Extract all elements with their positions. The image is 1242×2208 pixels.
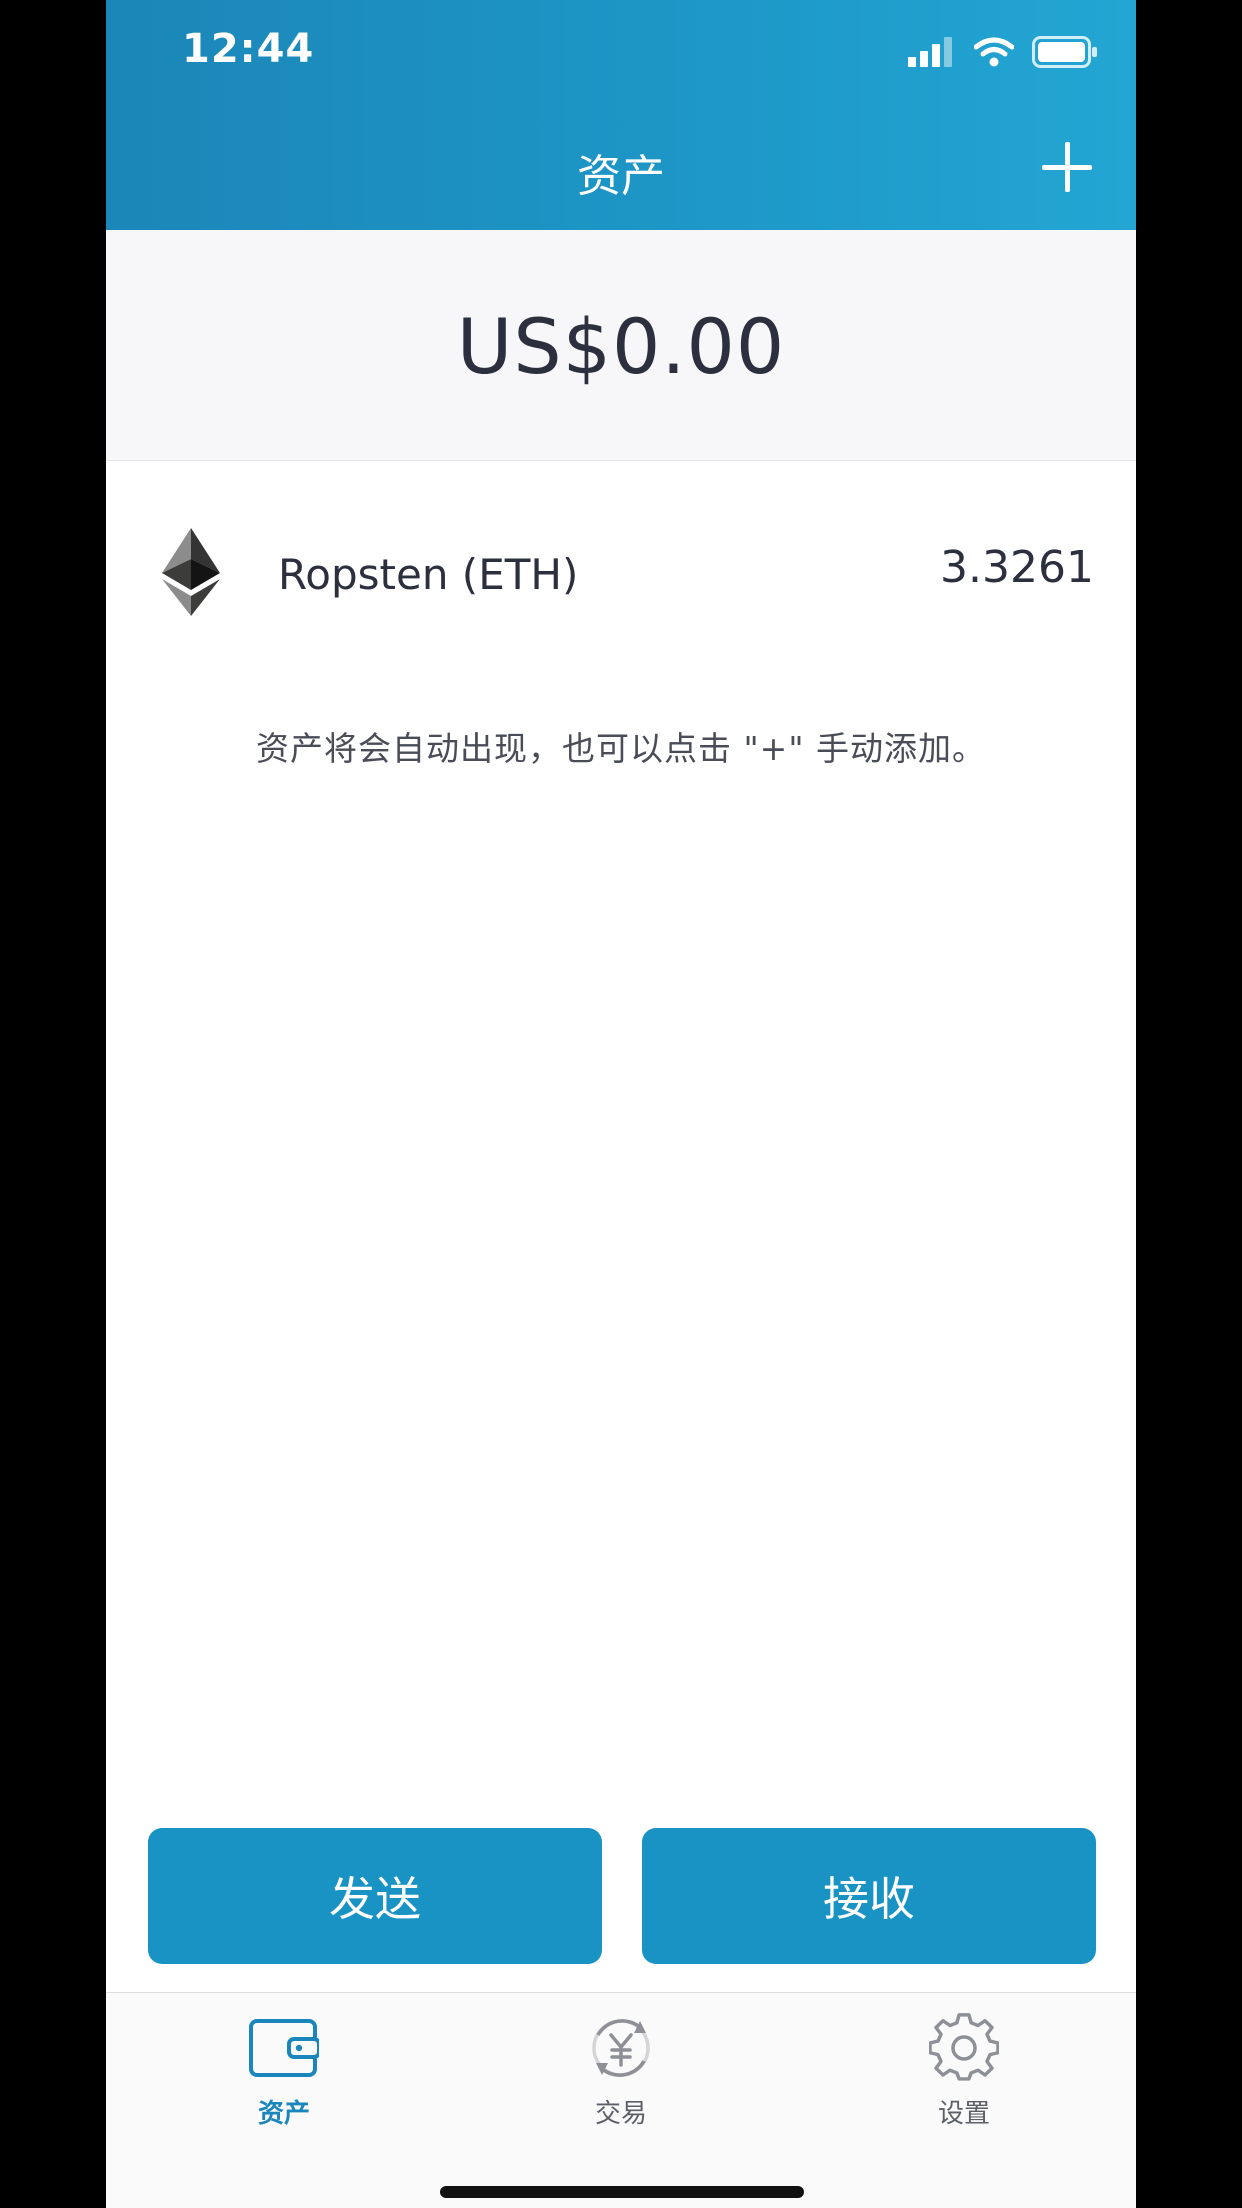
asset-name: Ropsten (ETH) xyxy=(278,550,579,599)
tab-label: 设置 xyxy=(937,2099,990,2129)
cellular-signal-icon xyxy=(908,37,952,67)
status-time: 12:44 xyxy=(182,26,315,72)
asset-amount: 3.3261 xyxy=(940,542,1094,593)
receive-button[interactable]: 接收 xyxy=(642,1828,1096,1964)
tab-assets[interactable]: 资产 xyxy=(184,1993,384,2143)
tab-bar: 资产 交易 设置 xyxy=(106,1992,1136,2208)
wallet-icon xyxy=(249,2019,319,2077)
page-title: 资产 xyxy=(577,151,665,202)
send-button[interactable]: 发送 xyxy=(148,1828,602,1964)
wifi-icon xyxy=(974,37,1014,67)
empty-hint: 资产将会自动出现，也可以点击 "+" 手动添加。 xyxy=(256,729,986,768)
exchange-yuan-icon xyxy=(592,2019,650,2077)
add-asset-button[interactable] xyxy=(1038,138,1096,196)
asset-row-ropsten-eth[interactable]: Ropsten (ETH) 3.3261 xyxy=(106,462,1136,682)
app-screen: 12:44 资产 US$0.00 Ropsten (ETH) 3.3261 资产… xyxy=(106,0,1136,2208)
tab-label: 资产 xyxy=(257,2099,310,2129)
balance-panel: US$0.00 xyxy=(106,230,1136,461)
battery-icon xyxy=(1032,36,1097,68)
home-indicator xyxy=(440,2186,804,2198)
tab-settings[interactable]: 设置 xyxy=(864,1993,1064,2143)
ethereum-icon xyxy=(162,528,220,616)
status-icons xyxy=(908,32,1098,72)
navigation-header: 12:44 资产 xyxy=(106,0,1136,230)
total-balance: US$0.00 xyxy=(456,302,786,391)
tab-trade[interactable]: 交易 xyxy=(521,1993,721,2143)
gear-icon xyxy=(929,2013,999,2081)
tab-label: 交易 xyxy=(594,2099,647,2129)
